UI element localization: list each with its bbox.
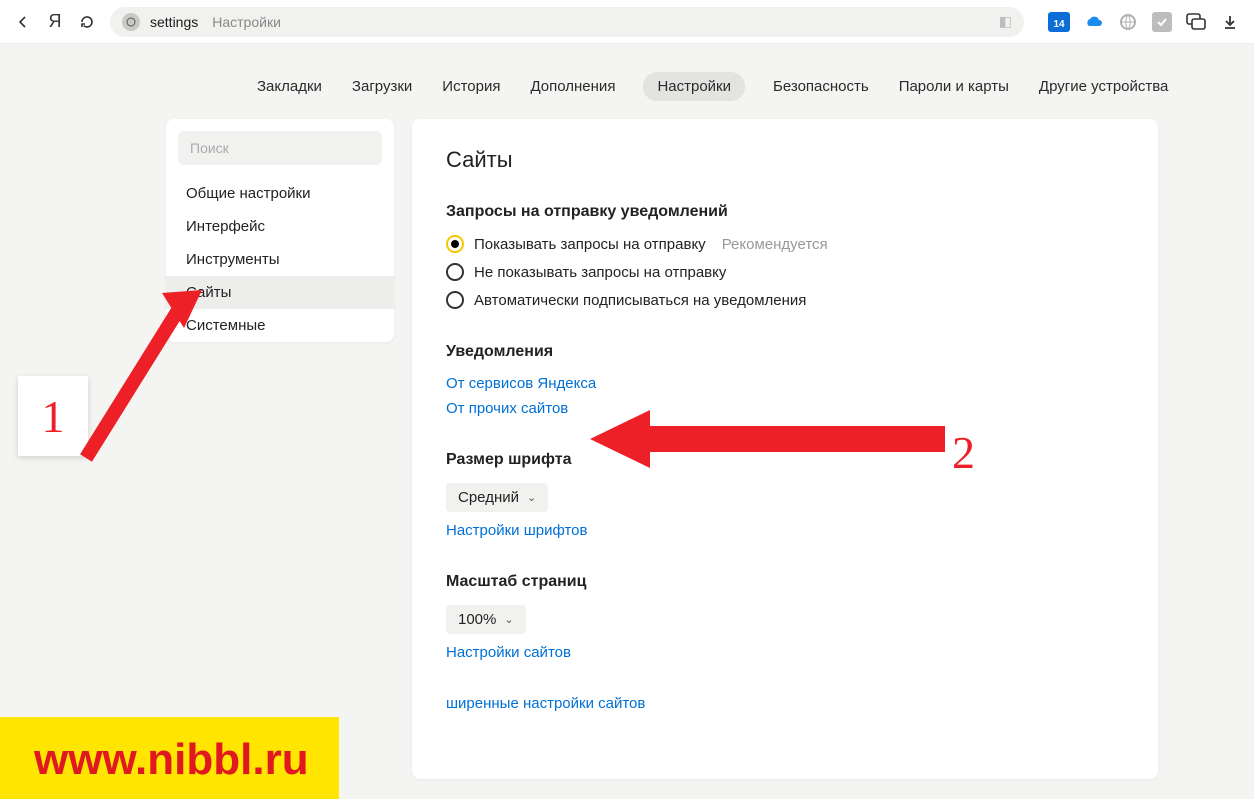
calendar-extension-icon[interactable]: 14	[1048, 12, 1070, 32]
bookmark-icon[interactable]: ◧	[999, 13, 1012, 30]
zoom-select[interactable]: 100% ⌄	[446, 605, 526, 634]
radio-row-hide[interactable]: Не показывать запросы на отправку	[446, 263, 1124, 281]
tab-settings[interactable]: Настройки	[643, 72, 745, 101]
tab-passwords[interactable]: Пароли и карты	[897, 72, 1011, 101]
annotation-marker-1: 1	[18, 376, 88, 456]
annotation-number: 2	[952, 427, 975, 478]
section-notifications: Уведомления От сервисов Яндекса От прочи…	[446, 343, 1124, 417]
url-title: Настройки	[212, 14, 281, 30]
tab-addons[interactable]: Дополнения	[528, 72, 617, 101]
tab-history[interactable]: История	[440, 72, 502, 101]
sidebar-item-sites[interactable]: Сайты	[166, 276, 394, 309]
select-value: Средний	[458, 489, 519, 506]
radio-row-auto[interactable]: Автоматически подписываться на уведомлен…	[446, 291, 1124, 309]
radio-icon	[446, 291, 464, 309]
section-heading: Запросы на отправку уведомлений	[446, 203, 1124, 221]
tab-downloads[interactable]: Загрузки	[350, 72, 414, 101]
url-prefix: settings	[150, 14, 198, 30]
browser-toolbar: Я settings Настройки ◧ 14	[0, 0, 1254, 44]
reload-button[interactable]	[78, 13, 96, 31]
globe-extension-icon[interactable]	[1118, 12, 1138, 32]
site-icon	[122, 13, 140, 31]
link-yandex-services[interactable]: От сервисов Яндекса	[446, 375, 1124, 392]
back-button[interactable]	[14, 13, 32, 31]
settings-tabs: Закладки Загрузки История Дополнения Нас…	[0, 72, 1254, 101]
tab-security[interactable]: Безопасность	[771, 72, 871, 101]
sidebar-item-system[interactable]: Системные	[166, 309, 394, 342]
link-font-settings[interactable]: Настройки шрифтов	[446, 522, 1124, 539]
link-advanced-settings-partial[interactable]: ширенные настройки сайтов	[446, 695, 1124, 712]
address-bar[interactable]: settings Настройки ◧	[110, 7, 1024, 37]
tab-bookmarks[interactable]: Закладки	[255, 72, 324, 101]
section-advanced-hint: ширенные настройки сайтов	[446, 695, 1124, 712]
font-size-select[interactable]: Средний ⌄	[446, 483, 548, 512]
radio-icon	[446, 235, 464, 253]
radio-label: Показывать запросы на отправку	[474, 236, 706, 253]
download-icon[interactable]	[1220, 12, 1240, 32]
chevron-down-icon: ⌄	[527, 491, 536, 504]
page-title: Сайты	[446, 147, 1124, 173]
settings-main: Сайты Запросы на отправку уведомлений По…	[412, 119, 1158, 779]
check-extension-icon[interactable]	[1152, 12, 1172, 32]
radio-label: Автоматически подписываться на уведомлен…	[474, 292, 806, 309]
section-heading: Размер шрифта	[446, 451, 1124, 469]
chevron-down-icon: ⌄	[504, 613, 513, 626]
radio-icon	[446, 263, 464, 281]
section-heading: Масштаб страниц	[446, 573, 1124, 591]
yandex-home-button[interactable]: Я	[46, 13, 64, 31]
section-notification-requests: Запросы на отправку уведомлений Показыва…	[446, 203, 1124, 309]
annotation-number: 1	[42, 390, 65, 443]
section-zoom: Масштаб страниц 100% ⌄ Настройки сайтов	[446, 573, 1124, 661]
tab-other-devices[interactable]: Другие устройства	[1037, 72, 1170, 101]
extension-icons: 14	[1048, 12, 1240, 32]
calendar-badge: 14	[1053, 19, 1064, 30]
watermark-text: www.nibbl.ru	[34, 735, 309, 784]
chat-extension-icon[interactable]	[1186, 12, 1206, 32]
annotation-marker-2: 2	[952, 426, 975, 479]
sidebar-item-tools[interactable]: Инструменты	[166, 243, 394, 276]
section-font: Размер шрифта Средний ⌄ Настройки шрифто…	[446, 451, 1124, 539]
watermark: www.nibbl.ru	[0, 717, 339, 799]
settings-sidebar: Общие настройки Интерфейс Инструменты Са…	[166, 119, 394, 342]
search-input[interactable]	[178, 131, 382, 165]
radio-row-show[interactable]: Показывать запросы на отправку Рекоменду…	[446, 235, 1124, 253]
link-site-settings[interactable]: Настройки сайтов	[446, 644, 1124, 661]
radio-label: Не показывать запросы на отправку	[474, 264, 726, 281]
sidebar-item-general[interactable]: Общие настройки	[166, 177, 394, 210]
sidebar-item-interface[interactable]: Интерфейс	[166, 210, 394, 243]
radio-note: Рекомендуется	[722, 236, 828, 253]
cloud-extension-icon[interactable]	[1084, 12, 1104, 32]
link-other-sites[interactable]: От прочих сайтов	[446, 400, 1124, 417]
section-heading: Уведомления	[446, 343, 1124, 361]
select-value: 100%	[458, 611, 496, 628]
